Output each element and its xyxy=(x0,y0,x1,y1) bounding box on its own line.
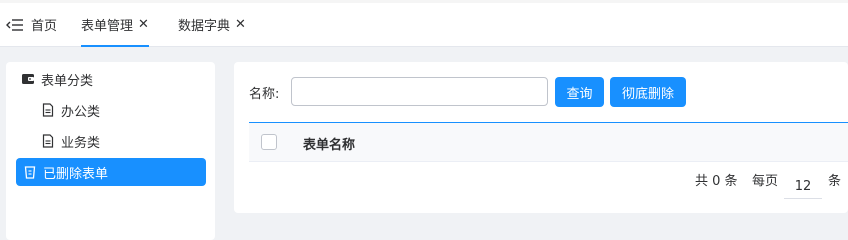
query-button[interactable]: 查询 xyxy=(555,77,604,107)
tab-data-dictionary[interactable]: 数据字典 ✕ xyxy=(178,3,246,46)
tab-form-management[interactable]: 表单管理 ✕ xyxy=(81,3,149,47)
close-icon[interactable]: ✕ xyxy=(235,18,246,31)
close-icon[interactable]: ✕ xyxy=(138,18,149,31)
permanently-delete-button[interactable]: 彻底删除 xyxy=(610,77,686,107)
wallet-icon xyxy=(22,74,34,84)
name-search-input[interactable] xyxy=(291,77,548,106)
document-icon xyxy=(42,103,54,117)
per-page-unit: 条 xyxy=(828,173,842,189)
tree-node-label: 办公类 xyxy=(61,104,101,120)
document-icon xyxy=(42,134,54,148)
back-arrow-icon xyxy=(6,18,23,31)
tree-node-office[interactable]: 办公类 xyxy=(41,96,100,124)
tree-node-label: 业务类 xyxy=(61,135,101,151)
tab-home-label: 首页 xyxy=(31,19,58,34)
column-header-form-name: 表单名称 xyxy=(303,138,356,153)
tab-form-management-label: 表单管理 xyxy=(81,19,134,34)
per-page-label: 每页 xyxy=(752,173,779,189)
tree-node-business[interactable]: 业务类 xyxy=(41,127,100,155)
tree-node-label: 已删除表单 xyxy=(43,166,109,182)
form-list-panel: 名称: 查询 彻底删除 表单名称 共 0 条 每页 条 xyxy=(234,62,848,213)
tree-node-deleted-forms[interactable]: 已删除表单 xyxy=(16,158,206,186)
tree-node-form-category[interactable]: 表单分类 xyxy=(21,65,93,93)
tab-home[interactable]: 首页 xyxy=(6,3,57,46)
per-page-input[interactable] xyxy=(784,175,822,199)
tree-node-label: 表单分类 xyxy=(41,73,94,89)
category-tree-panel: 表单分类 办公类 业务类 已删除表单 xyxy=(6,62,215,240)
tab-data-dictionary-label: 数据字典 xyxy=(178,19,231,34)
total-count: 共 0 条 xyxy=(695,173,738,189)
trash-icon xyxy=(24,166,36,179)
active-tab-indicator xyxy=(81,45,149,47)
tab-bar: 首页 表单管理 ✕ 数据字典 ✕ xyxy=(0,0,848,47)
table-header: 表单名称 xyxy=(249,122,848,162)
select-all-checkbox[interactable] xyxy=(261,134,277,150)
name-filter-label: 名称: xyxy=(249,87,280,102)
